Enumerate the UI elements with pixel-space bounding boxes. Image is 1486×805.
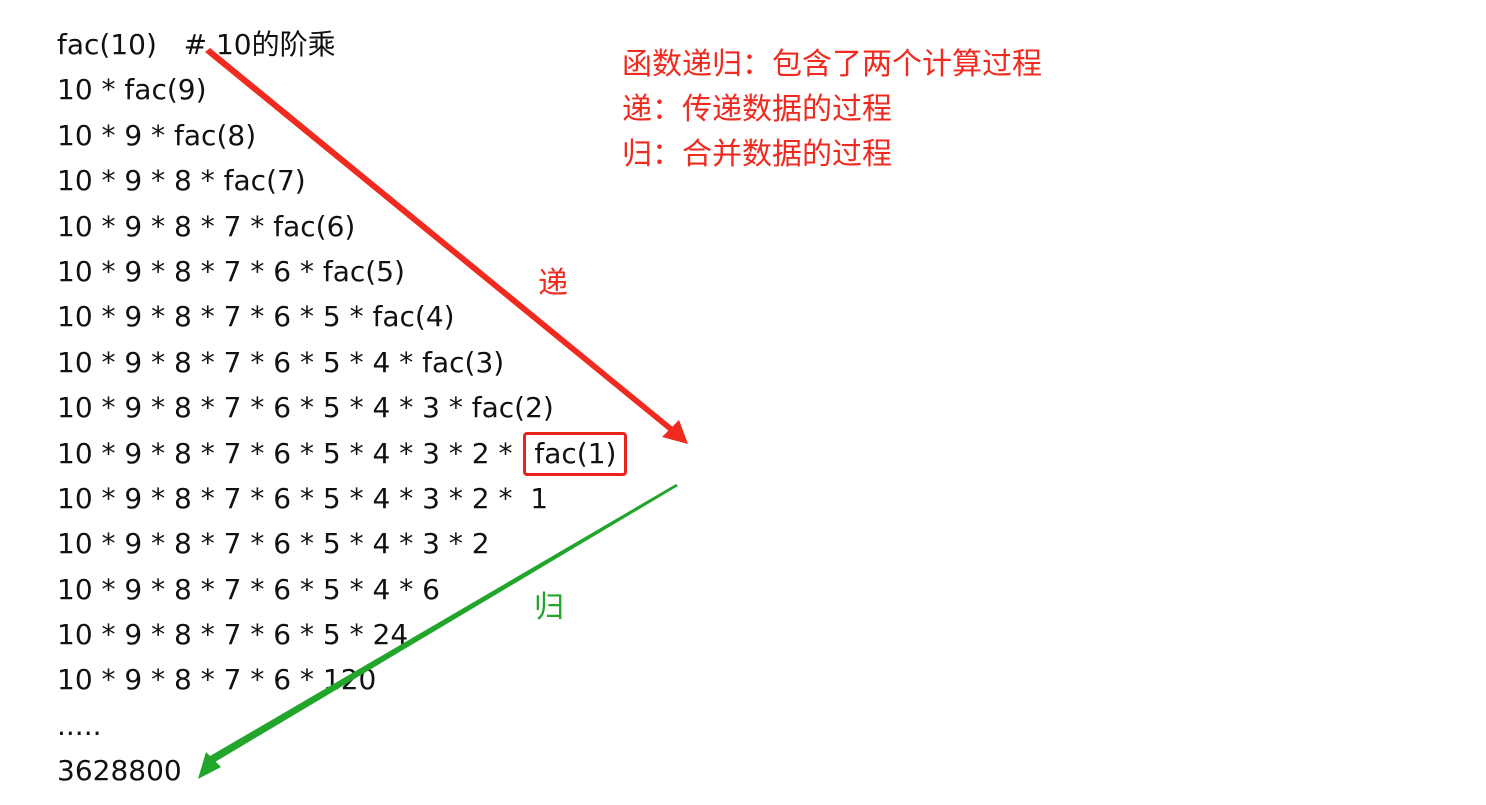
recursion-arrow-head (662, 420, 688, 444)
note-recursion: 递：传递数据的过程 (622, 92, 892, 127)
trace-line-text: 10 * 9 * 8 * 7 * fac(6) (57, 209, 356, 243)
trace-line-text: 10 * 9 * 8 * 7 * 6 * 5 * 4 * 6 (57, 572, 440, 606)
trace-line-text: 10 * 9 * 8 * 7 * 6 * 5 * 4 * 3 * 2 * 1 (57, 481, 549, 515)
trace-line: 10 * 9 * fac(8) (57, 113, 627, 158)
trace-line-text: 10 * 9 * 8 * 7 * 6 * 5 * 4 * 3 * fac(2) (57, 391, 554, 425)
trace-line-text: 10 * 9 * 8 * 7 * 6 * fac(5) (57, 254, 405, 288)
trace-line: fac(10) # 10的阶乘 (57, 22, 627, 67)
trace-line: 10 * 9 * 8 * 7 * fac(6) (57, 204, 627, 249)
label-gui: 归 (534, 590, 564, 625)
trace-line-text: 10 * 9 * 8 * 7 * 6 * 5 * 4 * 3 * 2 * (57, 436, 522, 470)
trace-line-text: 10 * 9 * 8 * 7 * 6 * 5 * 24 (57, 618, 409, 652)
notes-block: 函数递归：包含了两个计算过程 递：传递数据的过程 归：合并数据的过程 (622, 42, 1042, 177)
trace-lines: fac(10) # 10的阶乘 10 * fac(9) 10 * 9 * fac(8… (57, 22, 628, 794)
trace-line: ..... (57, 703, 627, 748)
trace-line-text: 10 * fac(9) (57, 73, 207, 107)
trace-line: 10 * 9 * 8 * 7 * 6 * 5 * 4 * 3 * 2 * 1 (57, 476, 627, 521)
trace-line: 3628800 (57, 748, 627, 793)
trace-line: 10 * fac(9) (57, 67, 627, 112)
trace-line: 10 * 9 * 8 * fac(7) (57, 158, 627, 203)
trace-line-text: ..... (57, 708, 102, 742)
trace-line: 10 * 9 * 8 * 7 * 6 * 120 (57, 657, 627, 702)
trace-line-text: 10 * 9 * 8 * 7 * 6 * 5 * 4 * 3 * 2 (57, 527, 490, 561)
trace-line-text: 10 * 9 * fac(8) (57, 118, 257, 152)
trace-line-text: 10 * 9 * 8 * fac(7) (57, 164, 306, 198)
note-return: 归：合并数据的过程 (622, 137, 892, 172)
trace-line-text: 10 * 9 * 8 * 7 * 6 * 5 * 4 * fac(3) (57, 345, 505, 379)
trace-line: 10 * 9 * 8 * 7 * 6 * 5 * 4 * 3 * fac(2) (57, 385, 627, 430)
trace-line: 10 * 9 * 8 * 7 * 6 * 5 * 4 * fac(3) (57, 340, 627, 385)
base-case-highlight: fac(1) (523, 431, 628, 476)
trace-line: 10 * 9 * 8 * 7 * 6 * 5 * 4 * 3 * 2 * fac… (57, 431, 628, 476)
trace-line-text: 10 * 9 * 8 * 7 * 6 * 120 (57, 663, 377, 697)
trace-line-text: 10 * 9 * 8 * 7 * 6 * 5 * fac(4) (57, 300, 455, 334)
trace-line-text: fac(10) # 10的阶乘 (57, 28, 336, 61)
note-title: 函数递归：包含了两个计算过程 (622, 47, 1042, 82)
label-di: 递 (538, 266, 568, 301)
trace-line-text: 3628800 (57, 754, 182, 788)
trace-line: 10 * 9 * 8 * 7 * 6 * 5 * 4 * 3 * 2 (57, 521, 627, 566)
